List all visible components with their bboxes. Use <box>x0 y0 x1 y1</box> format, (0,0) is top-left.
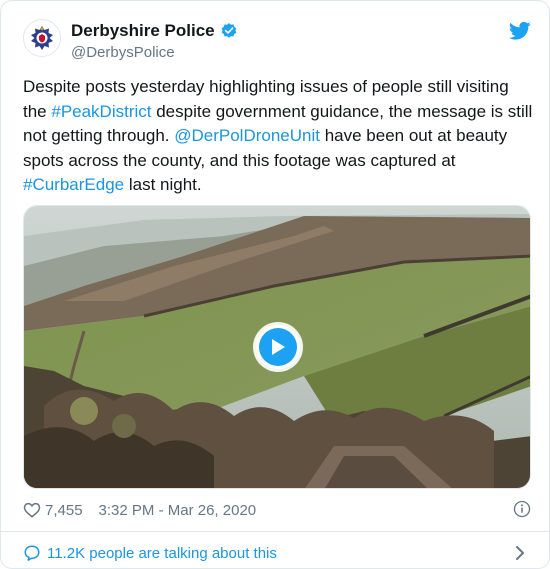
twitter-bird-icon[interactable] <box>509 21 531 41</box>
verified-icon <box>221 23 236 38</box>
tweet-timestamp[interactable]: 3:32 PM - Mar 26, 2020 <box>99 502 257 519</box>
tweet-card: Derbyshire Police @DerbysPolice Despite … <box>0 0 550 569</box>
tweet-meta: 7,455 3:32 PM - Mar 26, 2020 <box>23 500 531 520</box>
hashtag-curbaredge[interactable]: #CurbarEdge <box>23 175 124 194</box>
name-row: Derbyshire Police <box>71 21 238 41</box>
video-player[interactable] <box>23 205 531 489</box>
play-icon <box>259 328 297 366</box>
tweet-text: Despite posts yesterday highlighting iss… <box>23 75 533 198</box>
play-button[interactable] <box>256 325 300 369</box>
avatar[interactable] <box>23 19 61 57</box>
police-badge-icon <box>31 26 53 50</box>
talking-about-label: 11.2K people are talking about this <box>47 544 277 562</box>
divider <box>1 531 549 532</box>
chevron-right-icon <box>516 546 524 560</box>
account-name[interactable]: Derbyshire Police <box>71 21 215 41</box>
heart-icon[interactable] <box>23 501 41 519</box>
info-icon[interactable] <box>513 500 531 518</box>
hashtag-peakdistrict[interactable]: #PeakDistrict <box>51 102 151 121</box>
tweet-text-part: last night. <box>124 175 202 194</box>
tweet-header: Derbyshire Police @DerbysPolice <box>23 19 531 69</box>
mention-dronunit[interactable]: @DerPolDroneUnit <box>174 126 320 145</box>
like-count[interactable]: 7,455 <box>45 502 83 519</box>
talking-about-link[interactable]: 11.2K people are talking about this <box>23 542 531 564</box>
account-handle[interactable]: @DerbysPolice <box>71 44 175 61</box>
play-triangle <box>272 339 285 355</box>
chat-bubble-icon <box>24 545 40 561</box>
